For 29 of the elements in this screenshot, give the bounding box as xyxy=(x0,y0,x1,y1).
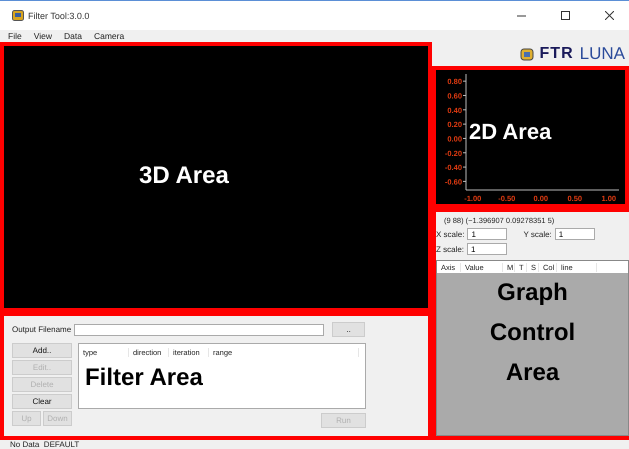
filter-button[interactable]: Clear xyxy=(12,394,72,409)
menu-item[interactable]: Data xyxy=(64,31,82,41)
menu-item[interactable]: View xyxy=(34,31,52,41)
product-logo: LUNA xyxy=(580,44,625,64)
scale-field[interactable]: 1 xyxy=(467,243,508,255)
maximize-icon xyxy=(560,11,570,20)
area-label: Graph xyxy=(497,279,568,307)
scale-field[interactable]: 1 xyxy=(554,228,595,240)
logo-icon xyxy=(520,48,534,60)
scale-field[interactable]: 1 xyxy=(467,228,508,240)
menu-item[interactable]: Camera xyxy=(94,31,124,41)
filter-button[interactable]: Add.. xyxy=(12,343,72,358)
close-icon xyxy=(604,11,614,20)
output-filename-label: Output Filename xyxy=(12,325,72,334)
app-icon xyxy=(12,10,24,21)
area-label: 3D Area xyxy=(139,164,229,188)
browse-button[interactable]: .. xyxy=(332,322,366,337)
area-label: 2D Area xyxy=(469,121,552,143)
window-title: Filter Tool:3.0.0 xyxy=(28,10,90,20)
area-label: Filter Area xyxy=(85,366,203,390)
area-label: Area xyxy=(506,359,560,387)
brand-logo: FTR xyxy=(540,45,574,63)
output-filename-field[interactable] xyxy=(74,324,324,336)
scale-label: Y scale: xyxy=(523,230,552,238)
scale-label: Z scale: xyxy=(436,244,464,254)
area-label: Control xyxy=(490,319,576,347)
scale-label: X scale: xyxy=(436,230,464,238)
menu-item[interactable]: File xyxy=(8,31,22,41)
status-text: No Data DEFAULT xyxy=(9,440,80,449)
